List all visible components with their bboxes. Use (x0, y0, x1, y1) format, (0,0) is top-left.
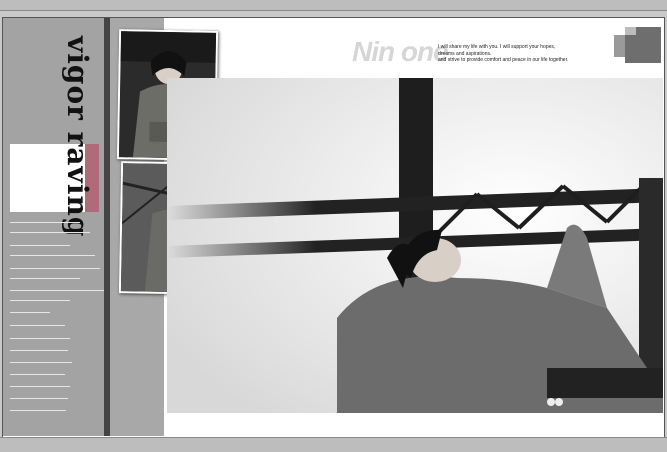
bottom-toolbar-strip (0, 437, 667, 452)
vertical-title: vigor raving (61, 36, 94, 238)
main-photo (167, 78, 663, 413)
brand-watermark: Nin one (352, 36, 449, 67)
caption-text: I will share my life with you. I will su… (438, 44, 618, 64)
top-toolbar-strip (0, 0, 667, 11)
caption-line: and strive to provide comfort and peace … (438, 57, 569, 63)
decor-square-small (625, 27, 636, 35)
